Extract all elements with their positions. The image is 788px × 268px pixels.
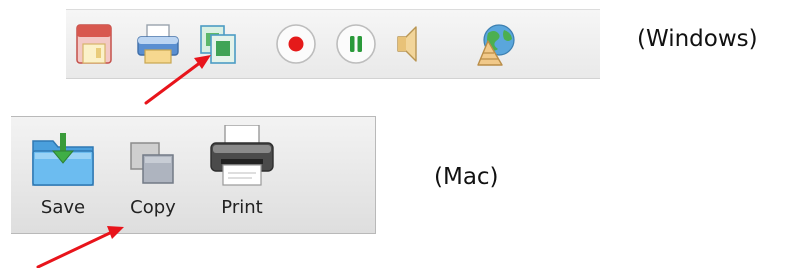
windows-speaker-button[interactable] xyxy=(388,10,428,78)
windows-globe-button[interactable] xyxy=(470,10,524,78)
copy-icon xyxy=(200,25,236,64)
windows-platform-label: (Windows) xyxy=(637,26,758,52)
windows-record-button[interactable] xyxy=(272,10,320,78)
save-icon xyxy=(76,24,112,64)
windows-copy-button[interactable] xyxy=(194,10,242,78)
pause-icon xyxy=(336,24,376,64)
windows-print-button[interactable] xyxy=(132,10,184,78)
mac-print-label: Print xyxy=(221,197,263,218)
mac-save-label: Save xyxy=(40,197,86,218)
windows-toolbar xyxy=(66,9,600,79)
speaker-icon xyxy=(397,26,417,62)
globe-icon xyxy=(477,24,515,66)
print-icon xyxy=(137,24,179,64)
windows-pause-button[interactable] xyxy=(332,10,380,78)
mac-copy-button[interactable]: Copy xyxy=(115,117,191,233)
record-icon xyxy=(276,24,316,64)
save-icon xyxy=(32,133,94,186)
mac-toolbar: Save Copy Print xyxy=(11,116,376,234)
mac-copy-label: Copy xyxy=(130,197,176,218)
copy-icon xyxy=(130,142,174,184)
mac-platform-label: (Mac) xyxy=(434,164,499,190)
mac-print-button[interactable]: Print xyxy=(205,117,279,233)
windows-save-button[interactable] xyxy=(70,10,118,78)
mac-save-button[interactable]: Save xyxy=(27,117,99,233)
print-icon xyxy=(210,125,274,186)
